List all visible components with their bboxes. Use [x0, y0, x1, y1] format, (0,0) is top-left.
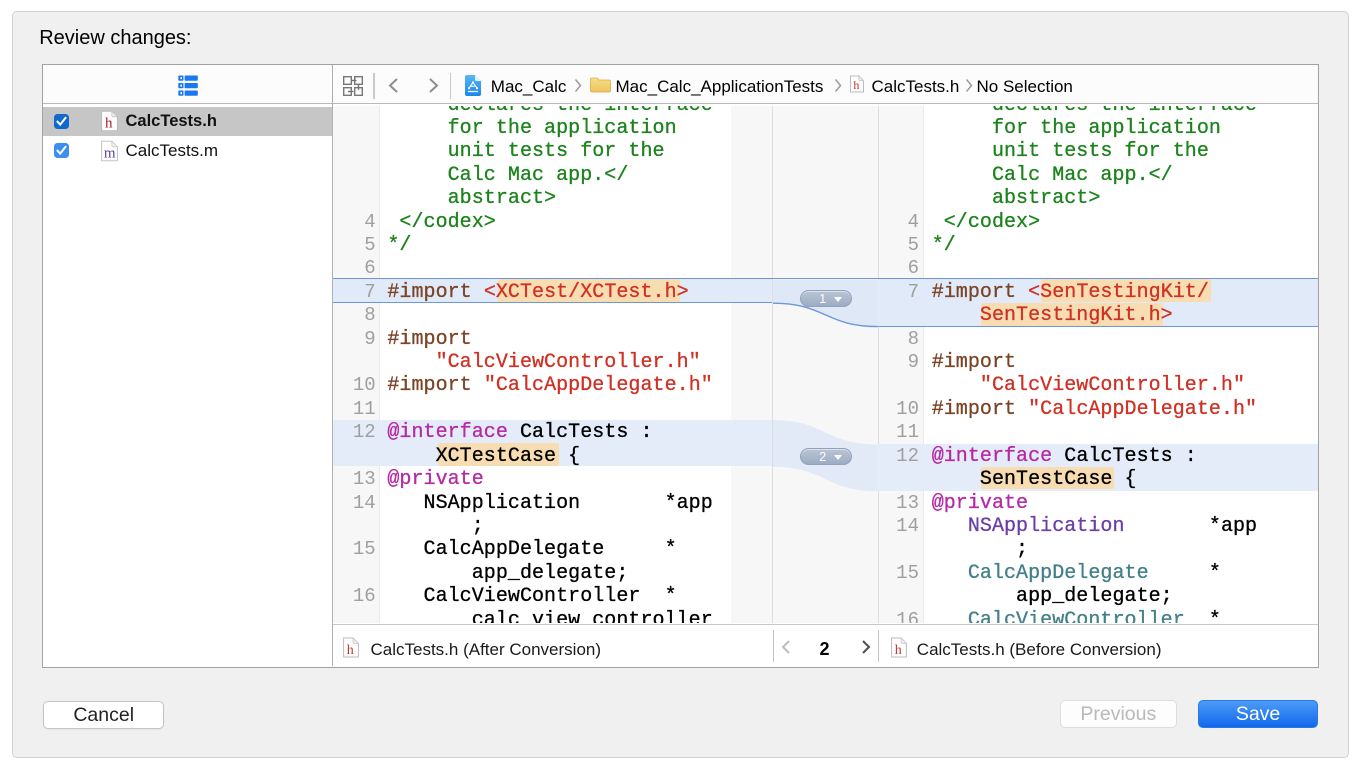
- svg-text:h: h: [853, 78, 859, 92]
- svg-text:h: h: [895, 642, 902, 657]
- svg-text:h: h: [347, 642, 354, 657]
- svg-text:m: m: [104, 145, 116, 161]
- svg-text:h: h: [105, 116, 113, 132]
